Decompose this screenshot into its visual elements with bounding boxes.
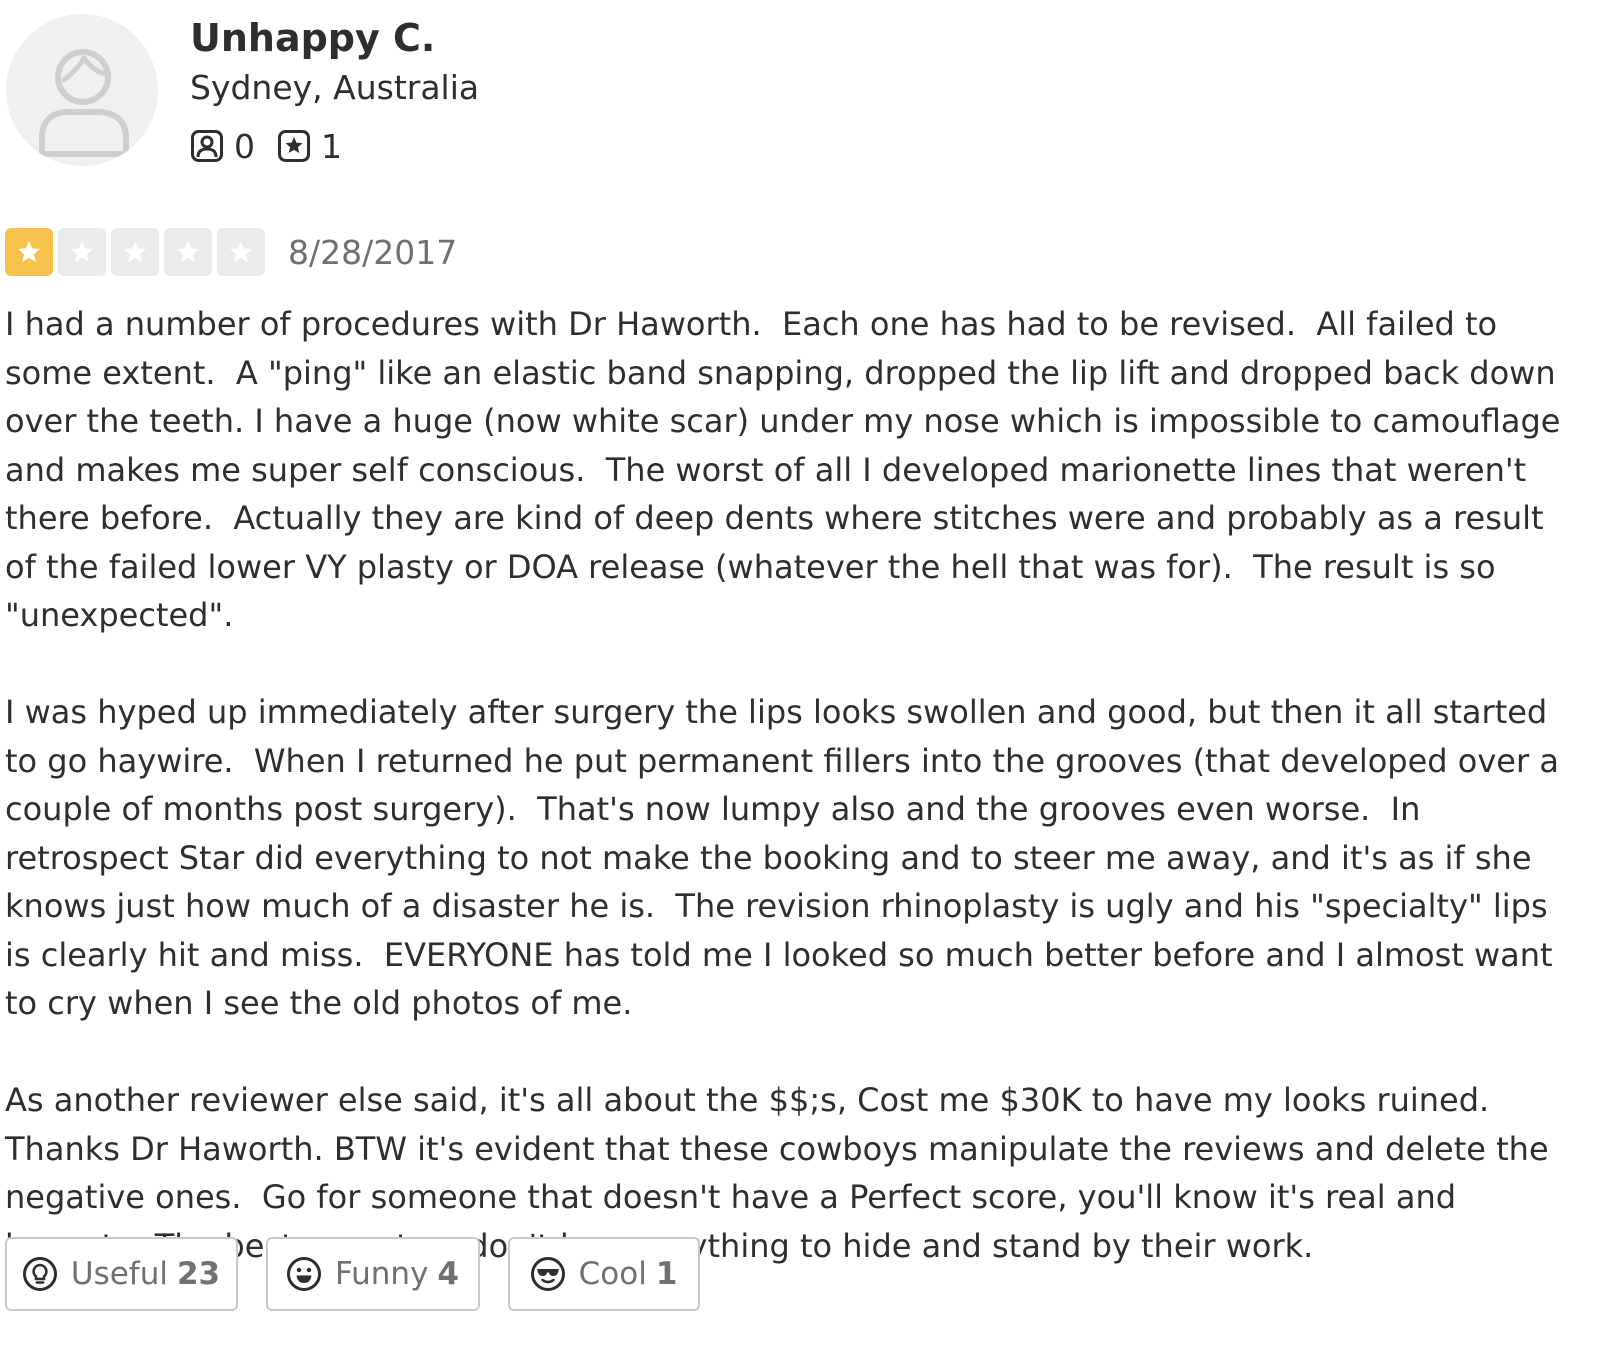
star-empty-icon: [58, 228, 106, 276]
friends-stat: 0: [190, 127, 255, 166]
review-paragraph: I was hyped up immediately after surgery…: [5, 693, 1570, 1022]
star-filled-icon: [5, 228, 53, 276]
funny-label: Funny: [334, 1256, 429, 1292]
review-text: I had a number of procedures with Dr Haw…: [5, 300, 1565, 1319]
useful-count: 23: [176, 1256, 221, 1292]
user-name[interactable]: Unhappy C.: [190, 16, 435, 60]
star-empty-icon: [164, 228, 212, 276]
cool-button[interactable]: Cool 1: [508, 1237, 700, 1311]
friends-count: 0: [234, 126, 255, 166]
reaction-buttons: Useful 23 Funny 4 Cool 1: [5, 1237, 728, 1311]
rating-row: 8/28/2017: [5, 228, 457, 276]
reviews-stat: 1: [277, 127, 342, 166]
review-date: 8/28/2017: [288, 232, 458, 272]
review-paragraph: I had a number of procedures with Dr Haw…: [5, 305, 1571, 634]
user-stats: 0 1: [190, 124, 342, 168]
reviews-count: 1: [321, 126, 342, 166]
useful-button[interactable]: Useful 23: [5, 1237, 238, 1311]
star-empty-icon: [111, 228, 159, 276]
funny-count: 4: [437, 1256, 459, 1292]
funny-button[interactable]: Funny 4: [266, 1237, 480, 1311]
default-avatar-icon: [39, 49, 129, 157]
cool-label: Cool: [578, 1256, 647, 1292]
star-rating: [5, 228, 270, 276]
star-empty-icon: [217, 228, 265, 276]
cool-count: 1: [655, 1256, 678, 1292]
sunglasses-face-icon: [530, 1257, 565, 1291]
useful-label: Useful: [70, 1256, 168, 1292]
smiley-face-icon: [286, 1257, 321, 1291]
user-avatar[interactable]: [6, 14, 158, 166]
lightbulb-icon: [22, 1257, 57, 1291]
review-star-icon: [278, 130, 310, 162]
friends-icon: [191, 130, 223, 162]
user-location: Sydney, Australia: [190, 68, 480, 107]
